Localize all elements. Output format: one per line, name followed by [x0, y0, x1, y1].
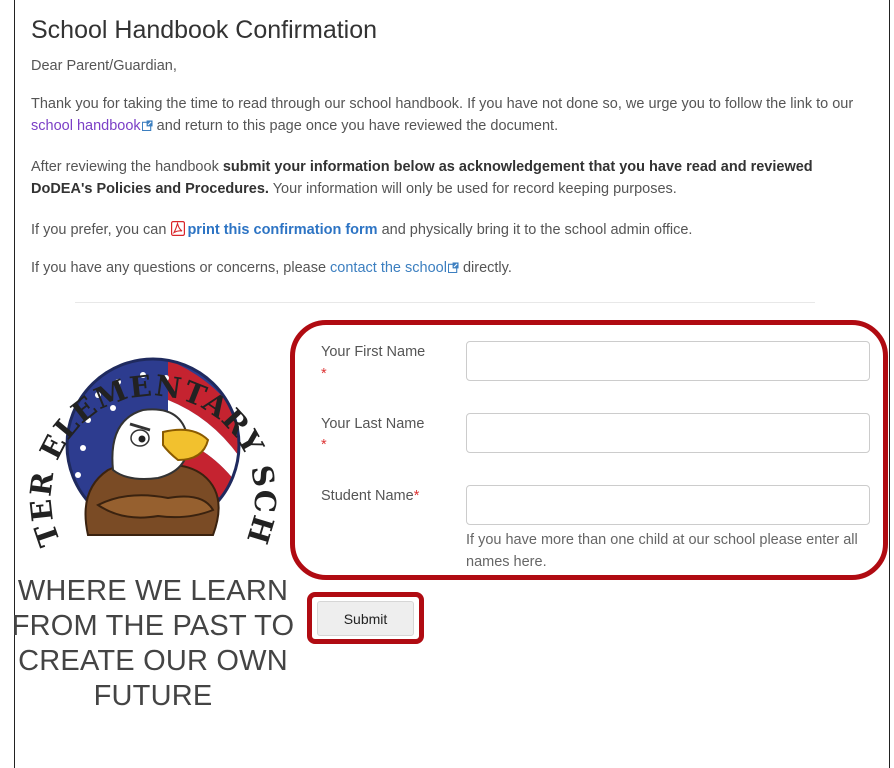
- school-logo: DEXTER ELEMENTARY SCHOOL: [18, 320, 281, 551]
- pdf-icon: [171, 221, 186, 236]
- external-link-icon: [447, 262, 459, 273]
- last-name-required-mark: *: [321, 437, 327, 453]
- first-name-label: Your First Name: [321, 344, 426, 360]
- intro-paragraph: Thank you for taking the time to read th…: [31, 93, 877, 137]
- submit-button[interactable]: Submit: [317, 601, 414, 636]
- intro-text: Thank you for taking the time to read th…: [31, 96, 854, 112]
- student-name-hint: If you have more than one child at our s…: [466, 532, 858, 570]
- school-handbook-link-text: school handbook: [31, 118, 141, 134]
- first-name-input[interactable]: [466, 341, 870, 381]
- last-name-input[interactable]: [466, 413, 870, 453]
- student-name-label-row: Student Name*: [321, 485, 419, 507]
- student-name-label: Student Name: [321, 488, 414, 504]
- contact-school-link-text: contact the school: [330, 260, 447, 276]
- print-text: If you prefer, you can: [31, 222, 171, 238]
- intro-text-after: and return to this page once you have re…: [152, 118, 559, 134]
- ack-text: After reviewing the handbook: [31, 159, 223, 175]
- print-paragraph: If you prefer, you can print this confir…: [31, 219, 877, 241]
- contact-text: If you have any questions or concerns, p…: [31, 260, 331, 276]
- last-name-label: Your Last Name: [321, 416, 425, 432]
- contact-school-link[interactable]: contact the school: [330, 260, 459, 276]
- student-name-input[interactable]: [466, 485, 870, 525]
- student-name-required-mark: *: [413, 488, 420, 504]
- contact-text-after: directly.: [458, 260, 512, 276]
- divider: [75, 302, 815, 303]
- school-handbook-link[interactable]: school handbook: [31, 118, 153, 134]
- greeting: Dear Parent/Guardian,: [31, 58, 177, 74]
- ack-text-after: Your information will only be used for r…: [268, 181, 677, 197]
- print-text-after: and physically bring it to the school ad…: [377, 222, 693, 238]
- page-title: School Handbook Confirmation: [31, 16, 378, 44]
- print-confirmation-form-link[interactable]: print this confirmation form: [187, 222, 377, 238]
- acknowledgement-paragraph: After reviewing the handbook submit your…: [31, 156, 877, 200]
- external-link-icon: [141, 120, 153, 131]
- first-name-required-mark: *: [321, 366, 327, 382]
- school-motto: WHERE WE LEARN FROM THE PAST TO CREATE O…: [11, 575, 295, 712]
- contact-paragraph: If you have any questions or concerns, p…: [31, 257, 877, 279]
